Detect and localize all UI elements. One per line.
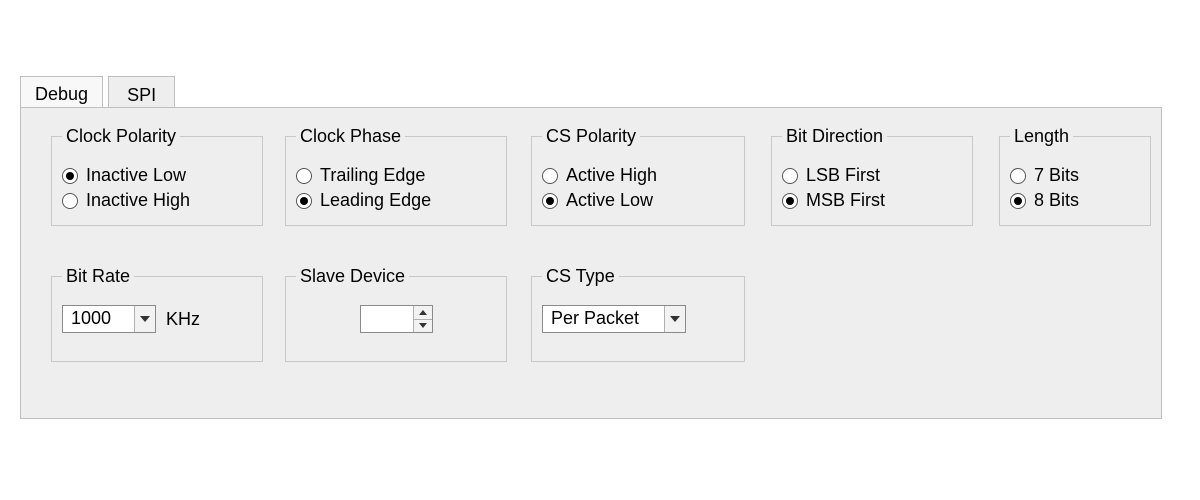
group-slave-device: Slave Device	[285, 266, 507, 362]
radio-cs-polarity-active-low[interactable]: Active Low	[542, 190, 734, 211]
radio-label: 8 Bits	[1034, 190, 1079, 211]
spi-panel: Clock Polarity Inactive Low Inactive Hig…	[20, 107, 1162, 419]
spinner-up-icon[interactable]	[414, 306, 432, 320]
radio-bit-direction-lsb-first[interactable]: LSB First	[782, 165, 962, 186]
radio-label: MSB First	[806, 190, 885, 211]
legend-slave-device: Slave Device	[296, 266, 409, 287]
spinner-buttons	[413, 306, 432, 332]
spinner-down-icon[interactable]	[414, 320, 432, 333]
legend-cs-type: CS Type	[542, 266, 619, 287]
radio-dot-icon	[542, 168, 558, 184]
radio-dot-icon	[782, 193, 798, 209]
radio-dot-icon	[296, 193, 312, 209]
radio-dot-icon	[62, 193, 78, 209]
slave-device-spinner[interactable]	[360, 305, 433, 333]
tab-strip: Debug SPI	[20, 75, 175, 107]
radio-label: Trailing Edge	[320, 165, 425, 186]
radio-label: Active Low	[566, 190, 653, 211]
radio-label: Leading Edge	[320, 190, 431, 211]
radio-label: Inactive Low	[86, 165, 186, 186]
slave-device-value	[361, 306, 413, 332]
radio-dot-icon	[782, 168, 798, 184]
legend-length: Length	[1010, 126, 1073, 147]
legend-cs-polarity: CS Polarity	[542, 126, 640, 147]
radio-label: Inactive High	[86, 190, 190, 211]
radio-dot-icon	[1010, 193, 1026, 209]
radio-label: LSB First	[806, 165, 880, 186]
radio-clock-polarity-inactive-low[interactable]: Inactive Low	[62, 165, 252, 186]
radio-cs-polarity-active-high[interactable]: Active High	[542, 165, 734, 186]
bit-rate-unit-label: KHz	[166, 309, 200, 330]
legend-bit-rate: Bit Rate	[62, 266, 134, 287]
group-cs-polarity: CS Polarity Active High Active Low	[531, 126, 745, 226]
group-clock-polarity: Clock Polarity Inactive Low Inactive Hig…	[51, 126, 263, 226]
dropdown-icon[interactable]	[134, 306, 155, 332]
group-cs-type: CS Type Per Packet	[531, 266, 745, 362]
cs-type-value: Per Packet	[543, 306, 664, 332]
group-clock-phase: Clock Phase Trailing Edge Leading Edge	[285, 126, 507, 226]
radio-clock-phase-trailing-edge[interactable]: Trailing Edge	[296, 165, 496, 186]
radio-bit-direction-msb-first[interactable]: MSB First	[782, 190, 962, 211]
radio-label: 7 Bits	[1034, 165, 1079, 186]
radio-dot-icon	[296, 168, 312, 184]
group-bit-direction: Bit Direction LSB First MSB First	[771, 126, 973, 226]
radio-length-7-bits[interactable]: 7 Bits	[1010, 165, 1140, 186]
radio-length-8-bits[interactable]: 8 Bits	[1010, 190, 1140, 211]
radio-clock-phase-leading-edge[interactable]: Leading Edge	[296, 190, 496, 211]
cs-type-combo[interactable]: Per Packet	[542, 305, 686, 333]
legend-clock-phase: Clock Phase	[296, 126, 405, 147]
group-bit-rate: Bit Rate 1000 KHz	[51, 266, 263, 362]
legend-clock-polarity: Clock Polarity	[62, 126, 180, 147]
bit-rate-value: 1000	[63, 306, 134, 332]
radio-label: Active High	[566, 165, 657, 186]
dropdown-icon[interactable]	[664, 306, 685, 332]
legend-bit-direction: Bit Direction	[782, 126, 887, 147]
radio-clock-polarity-inactive-high[interactable]: Inactive High	[62, 190, 252, 211]
bit-rate-combo[interactable]: 1000	[62, 305, 156, 333]
radio-dot-icon	[1010, 168, 1026, 184]
group-length: Length 7 Bits 8 Bits	[999, 126, 1151, 226]
radio-dot-icon	[62, 168, 78, 184]
radio-dot-icon	[542, 193, 558, 209]
